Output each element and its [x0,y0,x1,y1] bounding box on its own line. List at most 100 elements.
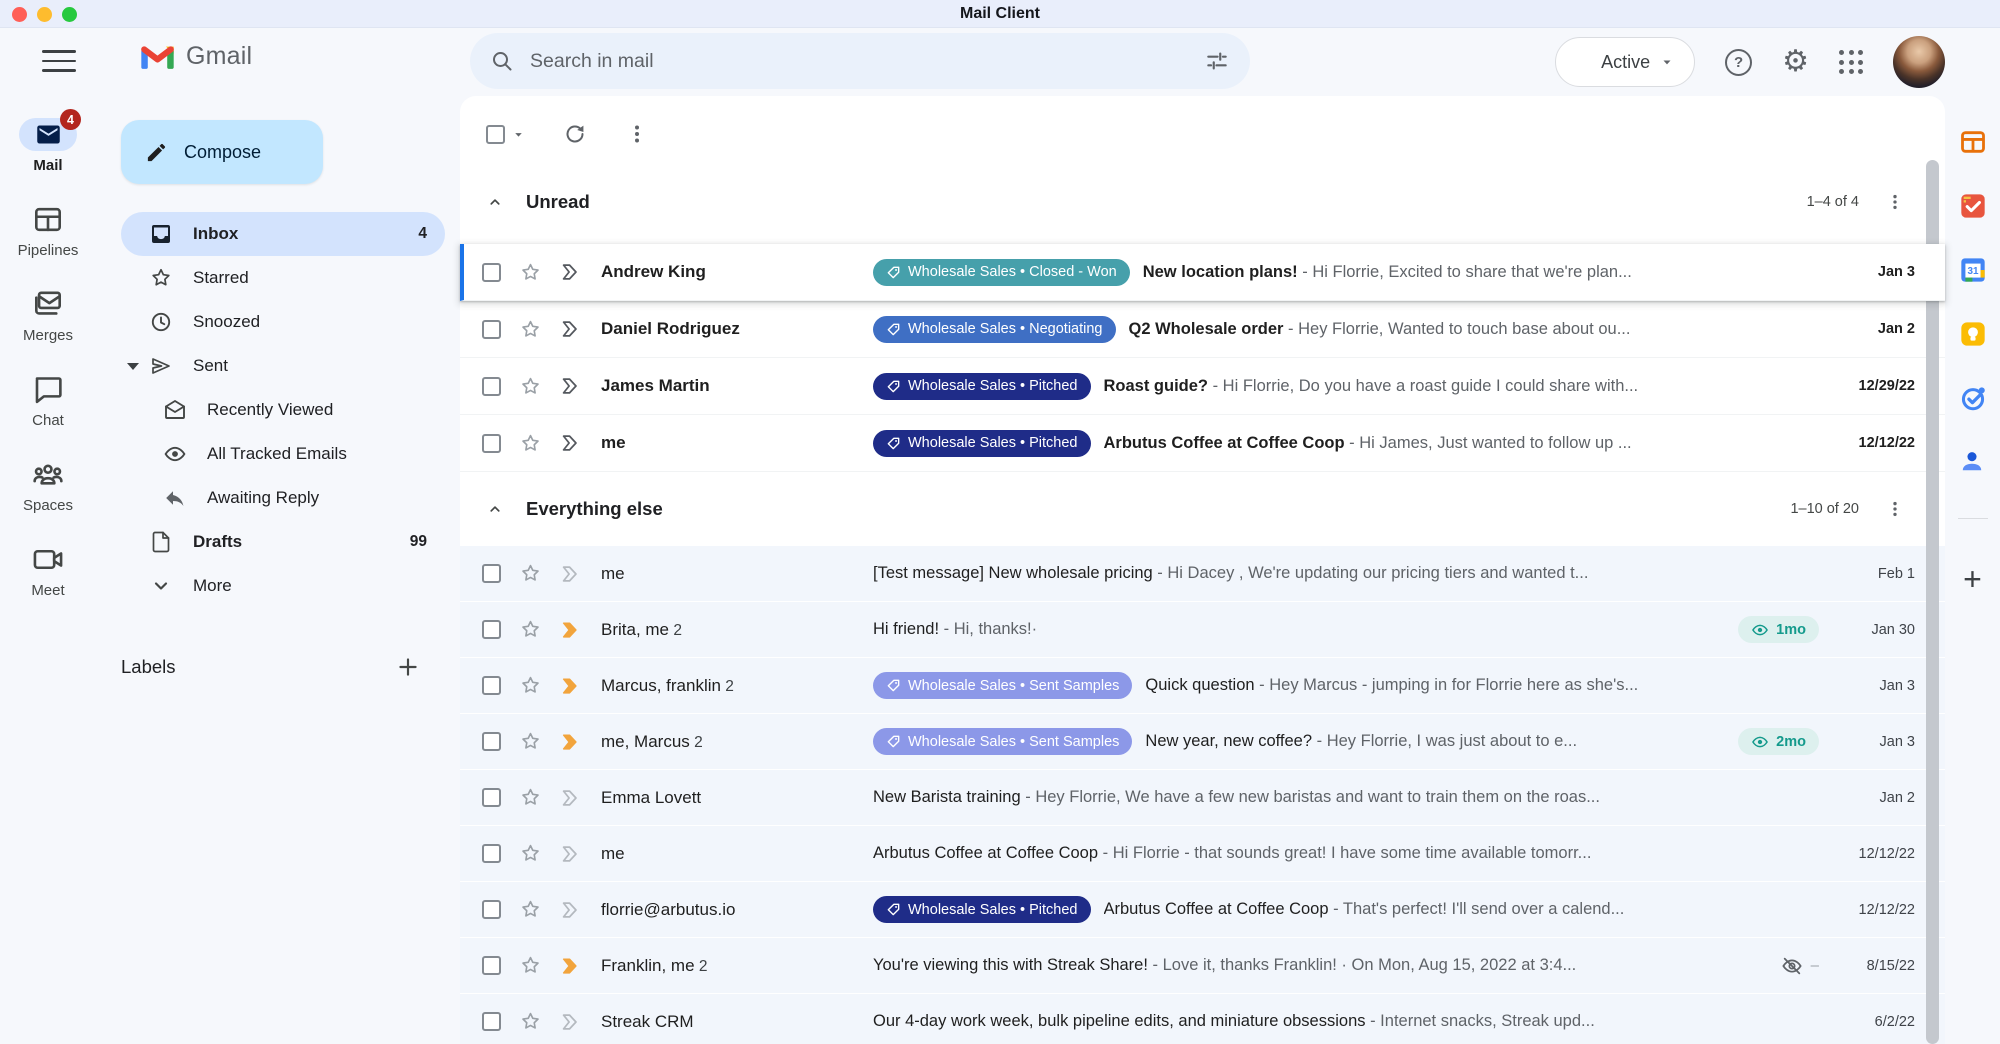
search-icon[interactable] [490,49,514,73]
email-row[interactable]: me[Test message] New wholesale pricing -… [460,546,1945,602]
email-row[interactable]: Daniel RodriguezWholesale Sales • Negoti… [460,301,1945,358]
email-checkbox[interactable] [482,676,501,695]
rail-item-mail[interactable]: 4Mail [19,118,77,174]
email-row[interactable]: Marcus, franklin 2Wholesale Sales • Sent… [460,658,1945,714]
email-row[interactable]: Emma LovettNew Barista training - Hey Fl… [460,770,1945,826]
email-row[interactable]: Streak CRMOur 4-day work week, bulk pipe… [460,994,1945,1044]
star-icon[interactable] [519,318,542,341]
sidebar-item-all-tracked-emails[interactable]: All Tracked Emails [121,432,445,476]
rail-item-chat[interactable]: Chat [19,373,77,429]
streak-pipeline-chevron-icon[interactable] [559,899,581,921]
sidebar-item-inbox[interactable]: Inbox4 [121,212,445,256]
email-checkbox[interactable] [482,564,501,583]
settings-gear-icon[interactable]: ⚙ [1782,47,1809,77]
star-icon[interactable] [519,674,542,697]
expand-triangle-icon[interactable] [127,363,139,370]
star-icon[interactable] [519,432,542,455]
search-bar[interactable] [470,33,1250,89]
user-avatar[interactable] [1893,36,1945,88]
star-icon[interactable] [519,786,542,809]
email-checkbox[interactable] [482,1012,501,1031]
refresh-icon[interactable] [563,122,587,146]
star-icon[interactable] [519,562,542,585]
pipeline-stage-badge[interactable]: Wholesale Sales • Sent Samples [873,728,1132,755]
email-row[interactable]: florrie@arbutus.ioWholesale Sales • Pitc… [460,882,1945,938]
rail-item-meet[interactable]: Meet [19,543,77,599]
star-icon[interactable] [519,954,542,977]
sidebar-item-recently-viewed[interactable]: Recently Viewed [121,388,445,432]
pipeline-stage-badge[interactable]: Wholesale Sales • Pitched [873,373,1091,400]
email-row[interactable]: meWholesale Sales • PitchedArbutus Coffe… [460,415,1945,472]
streak-check-icon[interactable] [1959,192,1987,220]
help-icon[interactable]: ? [1725,49,1752,76]
streak-pipeline-chevron-icon[interactable] [559,1011,581,1033]
email-checkbox[interactable] [482,956,501,975]
main-menu-icon[interactable] [42,48,76,74]
google-apps-grid-icon[interactable] [1839,50,1863,74]
sidebar-item-sent[interactable]: Sent [121,344,445,388]
email-checkbox[interactable] [482,434,501,453]
sidebar-item-awaiting-reply[interactable]: Awaiting Reply [121,476,445,520]
streak-pipelines-icon[interactable] [1959,128,1987,156]
star-icon[interactable] [519,842,542,865]
pipeline-stage-badge[interactable]: Wholesale Sales • Sent Samples [873,672,1132,699]
streak-pipeline-chevron-icon[interactable] [559,432,581,454]
select-dropdown-icon[interactable] [512,128,525,141]
rail-item-spaces[interactable]: Spaces [19,458,77,514]
collapse-section-icon[interactable] [486,193,504,211]
collapse-section-icon[interactable] [486,500,504,518]
pipeline-stage-badge[interactable]: Wholesale Sales • Closed - Won [873,259,1130,286]
streak-pipeline-chevron-icon[interactable] [559,261,581,283]
streak-pipeline-chevron-icon[interactable] [559,675,581,697]
email-checkbox[interactable] [482,263,501,282]
get-addons-button[interactable]: + [1963,563,1982,595]
calendar-icon[interactable]: 31 [1959,256,1987,284]
email-row[interactable]: me, Marcus 2Wholesale Sales • Sent Sampl… [460,714,1945,770]
streak-pipeline-chevron-icon[interactable] [559,619,581,641]
pipeline-stage-badge[interactable]: Wholesale Sales • Pitched [873,430,1091,457]
email-row[interactable]: Franklin, me 2You're viewing this with S… [460,938,1945,994]
streak-pipeline-chevron-icon[interactable] [559,787,581,809]
status-dropdown[interactable]: Active [1555,37,1695,87]
sidebar-item-drafts[interactable]: Drafts99 [121,520,445,564]
star-icon[interactable] [519,1010,542,1033]
search-filters-icon[interactable] [1204,48,1230,74]
section-kebab-icon[interactable] [1885,192,1905,212]
tasks-icon[interactable] [1959,384,1987,412]
email-row[interactable]: Brita, me 2Hi friend! - Hi, thanks!·1moJ… [460,602,1945,658]
streak-pipeline-chevron-icon[interactable] [559,318,581,340]
section-kebab-icon[interactable] [1885,499,1905,519]
sidebar-item-more[interactable]: More [121,564,445,608]
window-zoom-button[interactable] [62,7,77,22]
email-row[interactable]: meArbutus Coffee at Coffee Coop - Hi Flo… [460,826,1945,882]
star-icon[interactable] [519,730,542,753]
window-close-button[interactable] [12,7,27,22]
email-checkbox[interactable] [482,844,501,863]
rail-item-pipelines[interactable]: Pipelines [18,203,79,259]
add-label-icon[interactable] [395,654,421,680]
keep-icon[interactable] [1959,320,1987,348]
email-checkbox[interactable] [482,377,501,396]
email-checkbox[interactable] [482,900,501,919]
compose-button[interactable]: Compose [121,120,323,184]
pipeline-stage-badge[interactable]: Wholesale Sales • Negotiating [873,316,1116,343]
star-icon[interactable] [519,618,542,641]
star-icon[interactable] [519,375,542,398]
streak-pipeline-chevron-icon[interactable] [559,843,581,865]
search-input[interactable] [530,50,1204,73]
streak-pipeline-chevron-icon[interactable] [559,731,581,753]
email-checkbox[interactable] [482,620,501,639]
contacts-icon[interactable] [1959,448,1987,476]
star-icon[interactable] [519,898,542,921]
email-checkbox[interactable] [482,788,501,807]
streak-pipeline-chevron-icon[interactable] [559,955,581,977]
star-icon[interactable] [519,261,542,284]
email-checkbox[interactable] [482,732,501,751]
email-row[interactable]: Andrew KingWholesale Sales • Closed - Wo… [460,244,1945,301]
rail-item-merges[interactable]: Merges [19,288,77,344]
window-minimize-button[interactable] [37,7,52,22]
select-all-checkbox[interactable] [486,125,505,144]
pipeline-stage-badge[interactable]: Wholesale Sales • Pitched [873,896,1091,923]
email-checkbox[interactable] [482,320,501,339]
streak-pipeline-chevron-icon[interactable] [559,563,581,585]
